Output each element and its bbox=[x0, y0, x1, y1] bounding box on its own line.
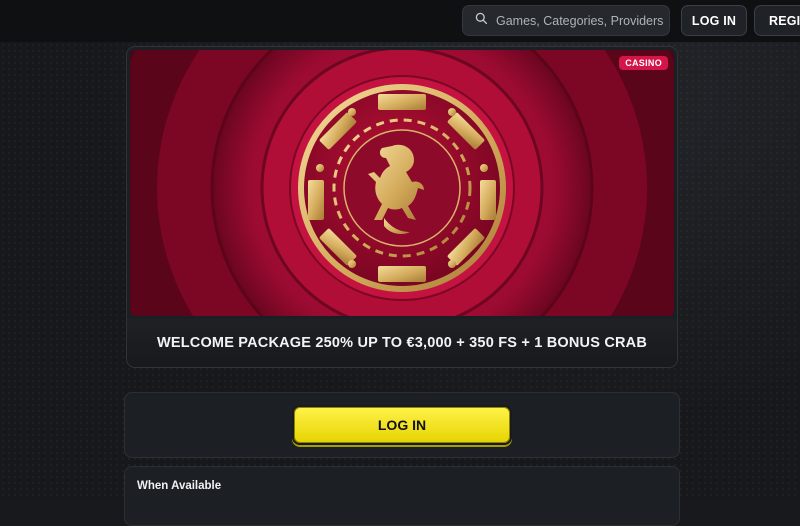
promo-banner-image: CASINO bbox=[130, 50, 674, 316]
header-login-button[interactable]: LOG IN bbox=[681, 5, 747, 36]
search-box[interactable] bbox=[462, 5, 670, 36]
casino-badge: CASINO bbox=[619, 56, 668, 70]
top-bar bbox=[0, 0, 800, 42]
search-input[interactable] bbox=[496, 13, 666, 28]
availability-panel: When Available bbox=[124, 466, 680, 526]
search-icon bbox=[475, 12, 496, 30]
header-register-button[interactable]: REGIS bbox=[754, 5, 800, 36]
availability-title: When Available bbox=[137, 480, 222, 492]
login-cta-button[interactable]: LOG IN bbox=[292, 405, 512, 445]
login-panel: LOG IN bbox=[124, 392, 680, 458]
promo-card[interactable]: CASINO WELCOME PACKAGE 250% UP TO €3,000… bbox=[126, 46, 678, 368]
promo-title: WELCOME PACKAGE 250% UP TO €3,000 + 350 … bbox=[127, 319, 677, 367]
